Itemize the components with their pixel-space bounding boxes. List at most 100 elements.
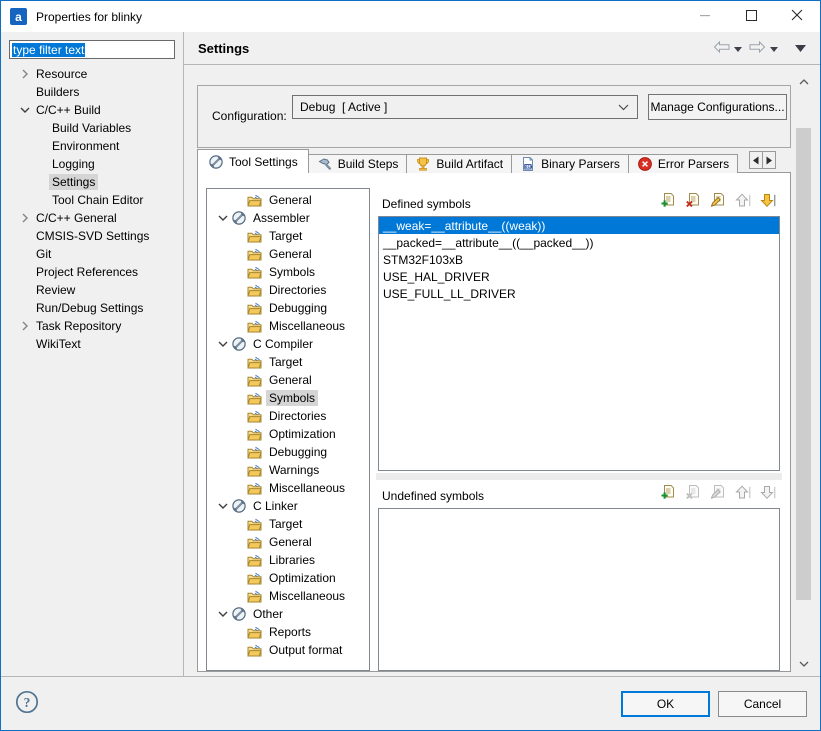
collapse-chevron-icon[interactable] xyxy=(215,336,231,352)
tool-tree-item-c-compiler[interactable]: C Compiler xyxy=(207,335,369,353)
symbol-row[interactable]: USE_FULL_LL_DRIVER xyxy=(379,285,779,302)
maximize-button[interactable] xyxy=(728,1,774,32)
collapse-chevron-icon[interactable] xyxy=(215,210,231,226)
minimize-button[interactable] xyxy=(682,1,728,32)
undefined-symbols-list[interactable] xyxy=(378,508,780,671)
tool-tree-item-debugging[interactable]: Debugging xyxy=(207,443,369,461)
filter-input[interactable]: type filter text xyxy=(9,40,175,59)
sidebar-item-run-debug-settings[interactable]: Run/Debug Settings xyxy=(1,299,182,317)
cancel-button[interactable]: Cancel xyxy=(718,691,807,717)
tool-tree-item-general[interactable]: General xyxy=(207,533,369,551)
tool-tree-item-assembler[interactable]: Assembler xyxy=(207,209,369,227)
tool-tree-item-optimization[interactable]: Optimization xyxy=(207,569,369,587)
sidebar-item-builders[interactable]: Builders xyxy=(1,83,182,101)
sidebar-item-project-references[interactable]: Project References xyxy=(1,263,182,281)
sidebar-item-logging[interactable]: Logging xyxy=(1,155,182,173)
tool-tree-item-c-linker[interactable]: C Linker xyxy=(207,497,369,515)
sidebar-item-review[interactable]: Review xyxy=(1,281,182,299)
settings-page-icon xyxy=(247,354,263,370)
tool-tree-item-directories[interactable]: Directories xyxy=(207,407,369,425)
scroll-down-icon[interactable] xyxy=(795,655,812,672)
defined-symbols-list[interactable]: __weak=__attribute__((weak))__packed=__a… xyxy=(378,216,780,471)
tool-tree-item-label: Optimization xyxy=(266,570,339,586)
back-menu-icon[interactable] xyxy=(734,41,742,55)
symbol-row[interactable]: __packed=__attribute__((__packed__)) xyxy=(379,234,779,251)
tab-tool-settings[interactable]: Tool Settings xyxy=(197,149,309,173)
expand-chevron-icon[interactable] xyxy=(17,66,33,82)
manage-configurations-button[interactable]: Manage Configurations... xyxy=(648,94,787,120)
tool-tree-item-general[interactable]: General xyxy=(207,371,369,389)
sidebar-item-c-c-build[interactable]: C/C++ Build xyxy=(1,101,182,119)
symbol-row[interactable]: __weak=__attribute__((weak)) xyxy=(379,217,779,234)
tool-tree-item-miscellaneous[interactable]: Miscellaneous xyxy=(207,479,369,497)
forward-arrow-icon[interactable] xyxy=(749,41,766,56)
defined-move-down-button[interactable] xyxy=(760,193,777,210)
sidebar-item-label: Project References xyxy=(33,264,141,280)
tool-tree-item-symbols[interactable]: Symbols xyxy=(207,263,369,281)
tab-label: Binary Parsers xyxy=(541,157,620,171)
scrollbar-thumb[interactable] xyxy=(796,128,811,600)
tab-build-artifact[interactable]: Build Artifact xyxy=(406,154,512,173)
tool-tree-item-target[interactable]: Target xyxy=(207,353,369,371)
defined-delete-button[interactable] xyxy=(685,193,702,210)
tool-tree-item-optimization[interactable]: Optimization xyxy=(207,425,369,443)
forward-menu-icon[interactable] xyxy=(770,41,778,55)
splitter-sash[interactable] xyxy=(376,473,782,480)
configuration-dropdown[interactable]: Debug [ Active ] xyxy=(292,95,638,119)
undefined-add-button[interactable] xyxy=(660,485,677,502)
undefined-move-down-button xyxy=(760,485,777,502)
tool-tree-item-warnings[interactable]: Warnings xyxy=(207,461,369,479)
ok-button[interactable]: OK xyxy=(621,691,710,717)
tool-tree-item-general[interactable]: General xyxy=(207,245,369,263)
sidebar-item-build-variables[interactable]: Build Variables xyxy=(1,119,182,137)
tool-tree-item-debugging[interactable]: Debugging xyxy=(207,299,369,317)
sidebar-item-settings[interactable]: Settings xyxy=(1,173,182,191)
tool-tree-item-general[interactable]: General xyxy=(207,191,369,209)
tool-tree-item-directories[interactable]: Directories xyxy=(207,281,369,299)
settings-page-icon xyxy=(247,264,263,280)
defined-edit-button[interactable] xyxy=(710,193,727,210)
tool-tree-item-other[interactable]: Other xyxy=(207,605,369,623)
expand-chevron-icon[interactable] xyxy=(17,210,33,226)
help-icon[interactable]: ? xyxy=(15,690,39,714)
collapse-chevron-icon[interactable] xyxy=(17,102,33,118)
tool-tree-item-reports[interactable]: Reports xyxy=(207,623,369,641)
collapse-chevron-icon[interactable] xyxy=(215,498,231,514)
tool-tree-item-label: Symbols xyxy=(266,390,318,406)
tab-binary-parsers[interactable]: 010Binary Parsers xyxy=(511,154,629,173)
sidebar-item-c-c-general[interactable]: C/C++ General xyxy=(1,209,182,227)
twisty-spacer xyxy=(33,192,49,208)
sidebar-item-task-repository[interactable]: Task Repository xyxy=(1,317,182,335)
sidebar-item-git[interactable]: Git xyxy=(1,245,182,263)
tool-tree-item-target[interactable]: Target xyxy=(207,515,369,533)
collapse-chevron-icon[interactable] xyxy=(215,606,231,622)
sidebar-item-resource[interactable]: Resource xyxy=(1,65,182,83)
tool-tree-item-libraries[interactable]: Libraries xyxy=(207,551,369,569)
sidebar-item-cmsis-svd-settings[interactable]: CMSIS-SVD Settings xyxy=(1,227,182,245)
symbol-row[interactable]: STM32F103xB xyxy=(379,251,779,268)
back-arrow-icon[interactable] xyxy=(713,41,730,56)
close-button[interactable] xyxy=(774,1,820,32)
sidebar-item-environment[interactable]: Environment xyxy=(1,137,182,155)
tool-tree-item-miscellaneous[interactable]: Miscellaneous xyxy=(207,587,369,605)
tab-build-steps[interactable]: Build Steps xyxy=(308,154,408,173)
tool-tree-item-output-format[interactable]: Output format xyxy=(207,641,369,659)
tool-tree-item-target[interactable]: Target xyxy=(207,227,369,245)
settings-page-icon xyxy=(247,228,263,244)
main-scrollbar[interactable] xyxy=(795,73,812,672)
tool-tree-item-label: Debugging xyxy=(266,444,330,460)
properties-dialog: a Properties for blinky type filter text… xyxy=(0,0,821,731)
expand-chevron-icon[interactable] xyxy=(17,318,33,334)
tool-tree-item-symbols[interactable]: Symbols xyxy=(207,389,369,407)
tab-scroll-right-button[interactable] xyxy=(762,151,776,169)
view-menu-icon[interactable] xyxy=(795,45,806,52)
scroll-up-icon[interactable] xyxy=(795,73,812,90)
tool-settings-icon xyxy=(208,154,224,170)
tab-scroll-left-button[interactable] xyxy=(749,151,763,169)
defined-add-button[interactable] xyxy=(660,193,677,210)
symbol-row[interactable]: USE_HAL_DRIVER xyxy=(379,268,779,285)
tab-error-parsers[interactable]: Error Parsers xyxy=(628,154,738,173)
tool-tree-item-miscellaneous[interactable]: Miscellaneous xyxy=(207,317,369,335)
sidebar-item-wikitext[interactable]: WikiText xyxy=(1,335,182,353)
sidebar-item-tool-chain-editor[interactable]: Tool Chain Editor xyxy=(1,191,182,209)
